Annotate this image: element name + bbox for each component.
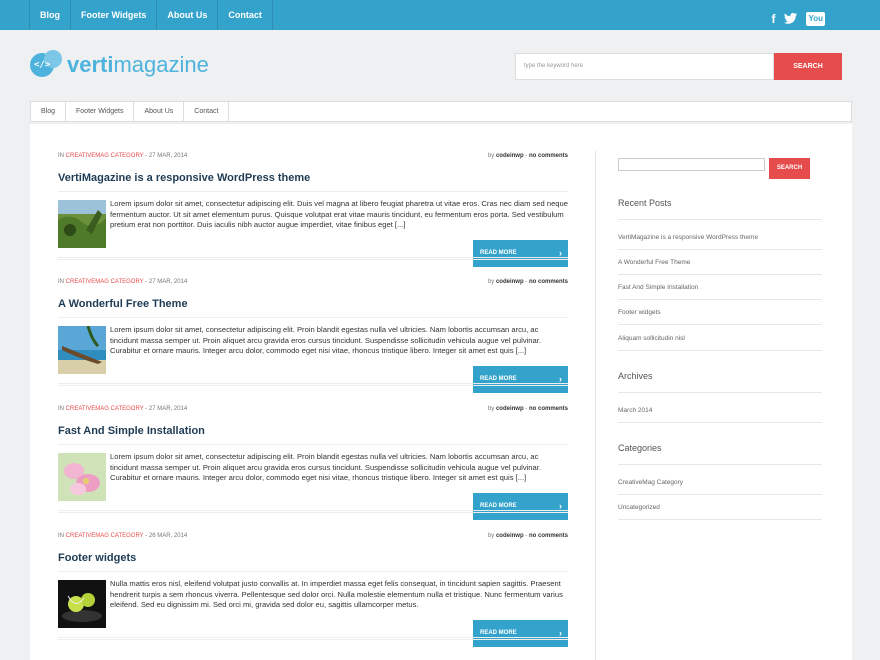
post-excerpt: Lorem ipsum dolor sit amet, consectetur … xyxy=(110,325,541,355)
youtube-icon[interactable]: You xyxy=(806,12,825,26)
post-thumbnail[interactable] xyxy=(58,580,106,628)
post-meta: IN CREATIVEMAG CATEGORY - 27 MAR, 2014 b… xyxy=(58,279,568,285)
post-comments-link[interactable]: no comments xyxy=(529,279,568,285)
top-nav-about-us[interactable]: About Us xyxy=(157,0,219,30)
post-excerpt: Nulla mattis eros nisl, eleifend volutpa… xyxy=(110,579,563,609)
post-category-link[interactable]: CREATIVEMAG CATEGORY xyxy=(66,279,144,285)
post-author-link[interactable]: codeinwp xyxy=(496,279,524,285)
archives-heading: Archives xyxy=(618,371,653,381)
logo-badge-icon: </> xyxy=(30,50,64,80)
main-nav-footer-widgets[interactable]: Footer Widgets xyxy=(66,102,135,121)
social-links: f You xyxy=(771,12,825,26)
post-comments-link[interactable]: no comments xyxy=(529,153,568,159)
post-author-link[interactable]: codeinwp xyxy=(496,153,524,159)
recent-post-link[interactable]: Footer widgets xyxy=(618,309,822,316)
sidebar-search-button[interactable]: SEARCH xyxy=(769,158,810,179)
read-more-button[interactable]: READ MORE › xyxy=(473,366,568,393)
post-category-link[interactable]: CREATIVEMAG CATEGORY xyxy=(66,533,144,539)
read-more-button[interactable]: READ MORE › xyxy=(473,240,568,267)
top-nav-contact[interactable]: Contact xyxy=(218,0,273,30)
sidebar-search-input[interactable] xyxy=(618,158,765,171)
header-search-input[interactable]: type the keyword here xyxy=(515,53,774,80)
top-nav: Blog Footer Widgets About Us Contact xyxy=(0,0,880,30)
column-divider xyxy=(595,151,596,660)
category-link[interactable]: Uncategorized xyxy=(618,504,822,511)
code-icon: </> xyxy=(34,60,51,70)
recent-post-link[interactable]: A Wonderful Free Theme xyxy=(618,259,822,266)
post-category-link[interactable]: CREATIVEMAG CATEGORY xyxy=(66,406,144,412)
chevron-right-icon: › xyxy=(559,501,562,511)
post-meta: IN CREATIVEMAG CATEGORY - 26 MAR, 2014 b… xyxy=(58,533,568,539)
archive-link[interactable]: March 2014 xyxy=(618,407,822,414)
post-author-link[interactable]: codeinwp xyxy=(496,406,524,412)
category-link[interactable]: CreativeMag Category xyxy=(618,479,822,486)
facebook-icon[interactable]: f xyxy=(771,13,775,25)
recent-post-link[interactable]: VertiMagazine is a responsive WordPress … xyxy=(618,234,822,241)
post-meta: IN CREATIVEMAG CATEGORY - 27 MAR, 2014 b… xyxy=(58,153,568,159)
content-area: IN CREATIVEMAG CATEGORY - 27 MAR, 2014 b… xyxy=(30,124,852,660)
top-bar: Blog Footer Widgets About Us Contact f Y… xyxy=(0,0,880,30)
post-comments-link[interactable]: no comments xyxy=(529,533,568,539)
post-excerpt: Lorem ipsum dolor sit amet, consectetur … xyxy=(110,452,541,482)
twitter-icon[interactable] xyxy=(784,12,798,26)
header-search: type the keyword here SEARCH xyxy=(515,53,842,80)
recent-posts-heading: Recent Posts xyxy=(618,198,672,208)
sidebar-search: SEARCH xyxy=(618,158,810,179)
top-nav-blog[interactable]: Blog xyxy=(29,0,71,30)
post-title[interactable]: Fast And Simple Installation xyxy=(58,425,205,437)
header-search-button[interactable]: SEARCH xyxy=(774,53,842,80)
read-more-button[interactable]: READ MORE › xyxy=(473,493,568,520)
categories-heading: Categories xyxy=(618,443,662,453)
main-nav-contact[interactable]: Contact xyxy=(184,102,230,121)
post-thumbnail[interactable] xyxy=(58,200,106,248)
post-author-link[interactable]: codeinwp xyxy=(496,533,524,539)
chevron-right-icon: › xyxy=(559,628,562,638)
post-title[interactable]: A Wonderful Free Theme xyxy=(58,298,188,310)
post-meta: IN CREATIVEMAG CATEGORY - 27 MAR, 2014 b… xyxy=(58,406,568,412)
post-category-link[interactable]: CREATIVEMAG CATEGORY xyxy=(66,153,144,159)
post-title[interactable]: VertiMagazine is a responsive WordPress … xyxy=(58,172,310,184)
recent-post-link[interactable]: Aliquam sollicitudin nisl xyxy=(618,335,822,342)
post-thumbnail[interactable] xyxy=(58,326,106,374)
main-nav-blog[interactable]: Blog xyxy=(31,102,67,121)
main-nav: Blog Footer Widgets About Us Contact xyxy=(30,101,852,122)
site-logo[interactable]: </> vertimagazine xyxy=(30,50,209,80)
post-thumbnail[interactable] xyxy=(58,453,106,501)
post-title[interactable]: Footer widgets xyxy=(58,552,136,564)
top-nav-footer-widgets[interactable]: Footer Widgets xyxy=(71,0,158,30)
main-nav-about-us[interactable]: About Us xyxy=(134,102,185,121)
post-comments-link[interactable]: no comments xyxy=(529,406,568,412)
read-more-button[interactable]: READ MORE › xyxy=(473,620,568,647)
recent-post-link[interactable]: Fast And Simple Installation xyxy=(618,284,822,291)
chevron-right-icon: › xyxy=(559,248,562,258)
post-excerpt: Lorem ipsum dolor sit amet, consectetur … xyxy=(110,199,568,229)
chevron-right-icon: › xyxy=(559,374,562,384)
logo-text: vertimagazine xyxy=(67,52,209,77)
